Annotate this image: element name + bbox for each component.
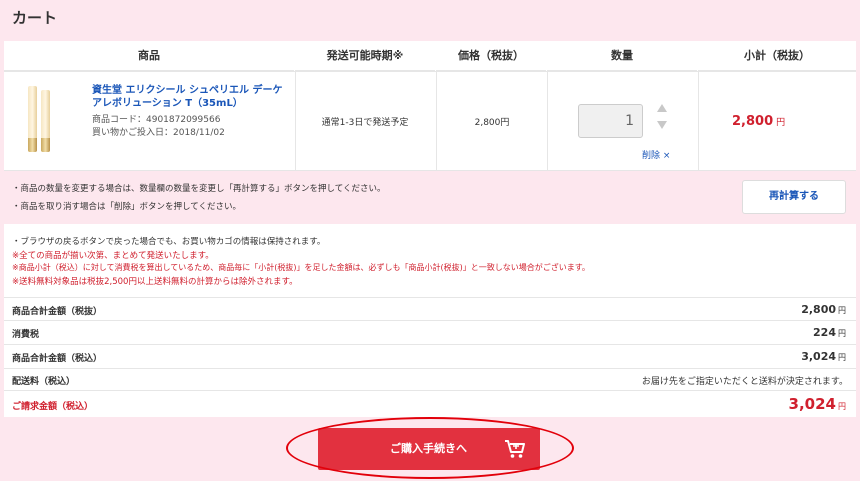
column-divider: [436, 72, 437, 170]
product-code: 商品コード：4901872099566: [92, 115, 221, 125]
header-divider: [4, 71, 856, 72]
total-ex-tax-label: 商品合計金額（税抜）: [12, 307, 103, 317]
billing-row: ご請求金額（税込） 3,024 円: [4, 391, 856, 417]
billing-value: 3,024: [788, 395, 836, 413]
total-in-tax-label: 商品合計金額（税込）: [12, 354, 103, 364]
yen-unit: 円: [838, 306, 846, 315]
instruction-delete: ・商品を取り消す場合は「削除」ボタンを押してください。: [12, 202, 241, 212]
checkout-button[interactable]: ご購入手続きへ: [318, 428, 540, 470]
ship-time: 通常1-3日で発送予定: [321, 118, 409, 128]
product-image[interactable]: [22, 84, 82, 158]
qty-down-icon[interactable]: [657, 121, 667, 129]
shipping-note: お届け先をご指定いただくと送料が決定されます。: [641, 377, 848, 387]
total-row-tax: 消費税 224 円: [4, 321, 856, 345]
item-subtotal-unit: 円: [776, 118, 786, 128]
note-tax-calc: ※商品小計（税込）に対して消費税を算出しているため、商品毎に「小計(税抜)」を足…: [12, 263, 590, 272]
product-tube-back: [41, 90, 50, 152]
page-title: カート: [12, 9, 58, 27]
note-free-shipping: ※送料無料対象品は税抜2,500円以上送料無料の計算からは除外されます。: [12, 277, 298, 287]
product-tube-front: [28, 86, 37, 152]
recalculate-button[interactable]: 再計算する: [742, 180, 846, 214]
item-subtotal-value: 2,800: [732, 114, 774, 129]
total-row-in-tax: 商品合計金額（税込） 3,024 円: [4, 345, 856, 369]
added-date: 買い物かご投入日：2018/11/02: [92, 128, 225, 138]
header-ship-time: 発送可能時期※: [295, 41, 435, 71]
column-divider: [698, 72, 699, 170]
total-ex-tax: 2,800 円: [801, 303, 846, 316]
note-browser-back: ・ブラウザの戻るボタンで戻った場合でも、お買い物カゴの情報は保持されます。: [12, 237, 326, 247]
shipping-label: 配送料（税込）: [12, 377, 76, 387]
column-divider: [295, 72, 296, 170]
tax-value: 224: [813, 326, 836, 339]
yen-unit: 円: [838, 402, 846, 411]
yen-unit: 円: [838, 353, 846, 362]
tax: 224 円: [813, 326, 846, 339]
billing-total: 3,024 円: [789, 395, 846, 413]
delete-link[interactable]: 削除 ×: [642, 148, 670, 161]
header-product: 商品: [4, 41, 294, 71]
yen-unit: 円: [838, 329, 846, 338]
unit-price: 2,800円: [474, 118, 510, 128]
total-ex-tax-value: 2,800: [801, 303, 836, 316]
shipping-row: 配送料（税込） お届け先をご指定いただくと送料が決定されます。: [4, 369, 856, 391]
item-subtotal: 2,800 円: [732, 114, 785, 129]
tax-label: 消費税: [12, 330, 40, 340]
header-price: 価格（税抜）: [436, 41, 546, 71]
product-name-link[interactable]: 資生堂 エリクシール シュペリエル デーケアレボリューション T（35mL）: [92, 84, 292, 110]
header-qty: 数量: [547, 41, 697, 71]
qty-up-icon[interactable]: [657, 104, 667, 112]
cart-icon: [505, 440, 525, 458]
checkout-label: ご購入手続きへ: [390, 442, 467, 455]
instruction-qty: ・商品の数量を変更する場合は、数量欄の数量を変更し「再計算する」ボタンを押してく…: [12, 184, 386, 194]
total-in-tax: 3,024 円: [801, 350, 846, 363]
column-divider: [547, 72, 548, 170]
billing-label: ご請求金額（税込）: [12, 402, 94, 412]
cart-instructions: [4, 171, 856, 224]
total-in-tax-value: 3,024: [801, 350, 836, 363]
quantity-input[interactable]: 1: [578, 104, 643, 138]
total-row-ex-tax: 商品合計金額（税抜） 2,800 円: [4, 297, 856, 321]
note-shipping-together: ※全ての商品が揃い次第、まとめて発送いたします。: [12, 251, 214, 261]
header-subtotal: 小計（税抜）: [698, 41, 856, 71]
